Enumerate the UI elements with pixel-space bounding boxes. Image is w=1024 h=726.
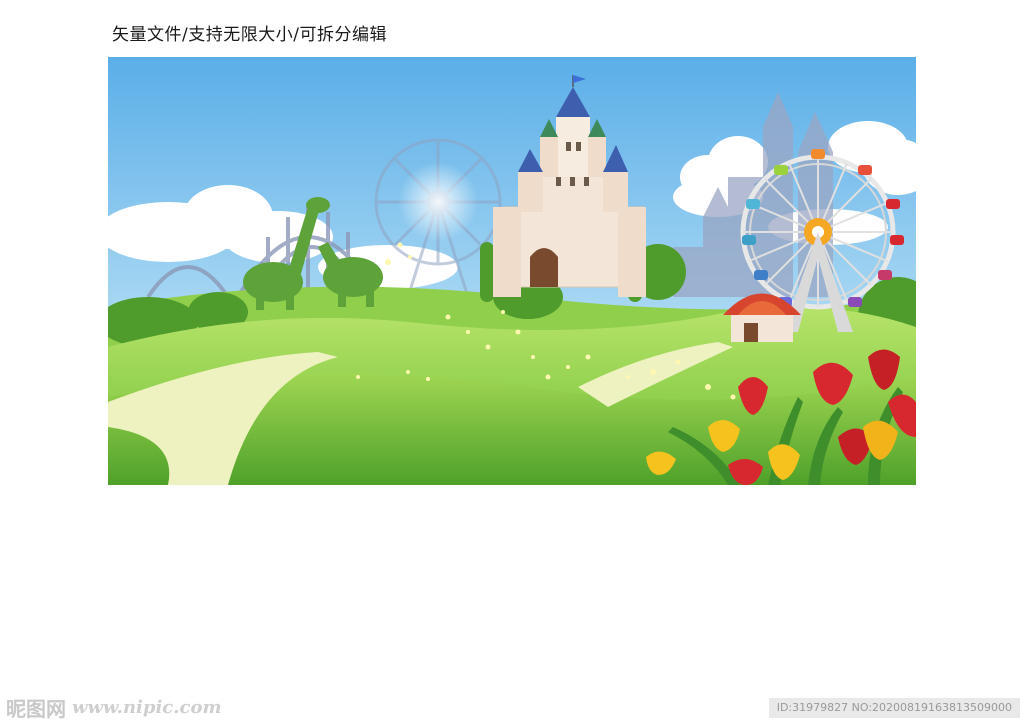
image-caption: 矢量文件/支持无限大小/可拆分编辑 — [112, 25, 387, 45]
watermark-id: ID:31979827 NO:20200819163813509000 — [768, 698, 1020, 718]
fairytale-illustration — [108, 57, 916, 485]
watermark-domain: www.nipic.com — [72, 696, 222, 718]
watermark-brand: 昵图网 www.nipic.com — [6, 694, 222, 721]
watermark-brand-name: 昵图网 — [6, 696, 66, 721]
